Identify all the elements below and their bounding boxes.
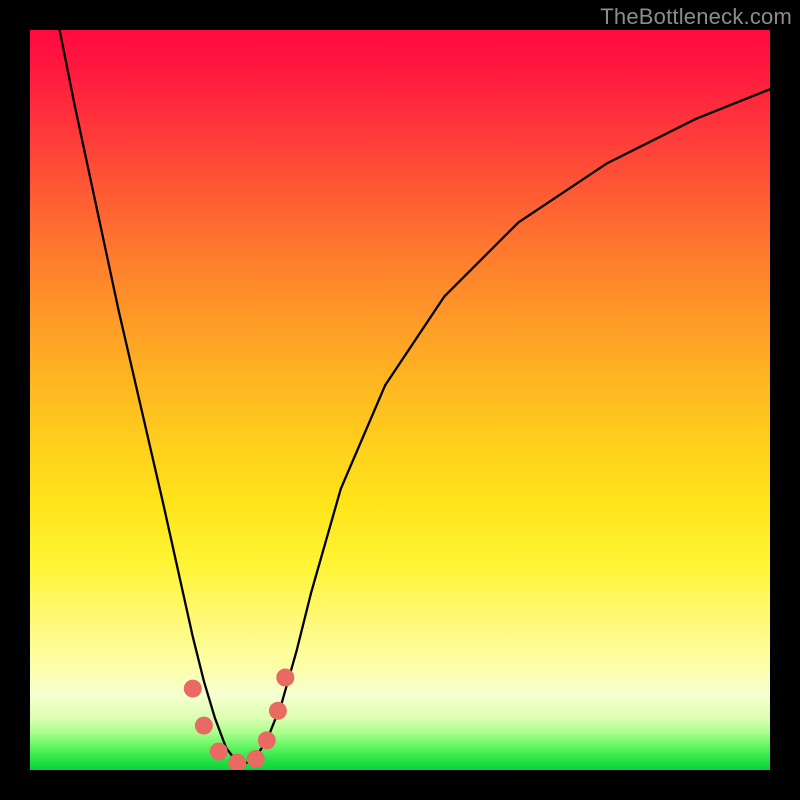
curve-marker <box>247 750 265 768</box>
curve-marker <box>258 731 276 749</box>
curve-marker <box>210 743 228 761</box>
watermark-text: TheBottleneck.com <box>600 4 792 30</box>
curve-markers <box>184 669 294 771</box>
curve-layer <box>30 30 770 770</box>
chart-stage: TheBottleneck.com <box>0 0 800 800</box>
curve-marker <box>195 717 213 735</box>
curve-marker <box>184 680 202 698</box>
curve-marker <box>276 669 294 687</box>
curve-marker <box>269 702 287 720</box>
plot-area <box>30 30 770 770</box>
bottleneck-curve <box>30 30 770 763</box>
